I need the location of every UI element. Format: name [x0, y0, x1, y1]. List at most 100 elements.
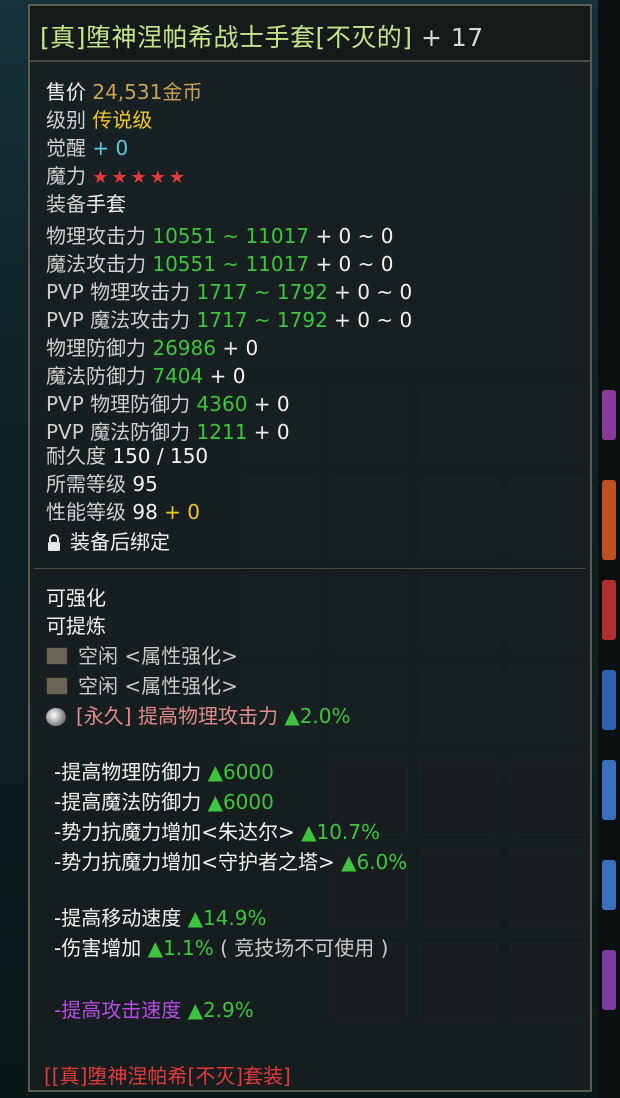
req-level-row: 所需等级 95 [46, 470, 158, 498]
stat-row: PVP 魔法攻击力 1717 ~ 1792 + 0 ~ 0 [46, 306, 412, 334]
enhance-text: 可强化 [46, 586, 106, 610]
socket-row: 空闲 <属性强化> [46, 642, 238, 670]
option-value: ▲6000 [207, 790, 274, 814]
grade-value: 传说级 [92, 108, 153, 132]
perf-level-value: 98 [132, 500, 158, 524]
bind-text: 装备后绑定 [70, 530, 170, 554]
stat-value: 7404 [152, 364, 204, 388]
magic-label: 魔力 [46, 164, 86, 188]
stat-bonus: + 0 ~ 0 [334, 308, 413, 332]
grade-label: 级别 [46, 108, 86, 132]
equip-row: 装备手套 [46, 190, 126, 218]
stat-label: 物理防御力 [46, 336, 146, 360]
socket-icon [46, 647, 68, 665]
stat-value: 1211 [196, 420, 248, 444]
socket-row: 空闲 <属性强化> [46, 672, 238, 700]
price-value: 24,531金币 [92, 80, 203, 104]
divider [34, 568, 586, 569]
stat-label: PVP 魔法防御力 [46, 420, 191, 444]
lock-icon [48, 534, 60, 551]
awaken-label: 觉醒 [46, 136, 86, 160]
stat-bonus: + 0 [253, 392, 290, 416]
gem-icon [602, 480, 616, 560]
stat-bonus: + 0 ~ 0 [334, 280, 413, 304]
enhance-row: 可强化 [46, 584, 106, 612]
perf-level-label: 性能等级 [46, 500, 126, 524]
item-name: [真]堕神涅帕希战士手套[不灭的] [40, 23, 413, 52]
option-row: -提高物理防御力 ▲6000 [54, 758, 274, 786]
star-icon: ★ [168, 167, 189, 188]
option-label: -提高物理防御力 [54, 760, 202, 784]
star-icon: ★ [149, 167, 169, 188]
stat-row: 物理攻击力 10551 ~ 11017 + 0 ~ 0 [46, 222, 393, 250]
stat-value: 1717 ~ 1792 [196, 308, 328, 332]
stat-row: 魔法防御力 7404 + 0 [46, 362, 245, 390]
socket-text: 空闲 <属性强化> [78, 674, 238, 698]
option-label: -势力抗魔力增加<朱达尔> [54, 820, 295, 844]
star-rating: ★★★★★ [92, 167, 188, 188]
permanent-label: 提高物理攻击力 [137, 704, 278, 728]
stat-value: 10551 ~ 11017 [152, 224, 310, 248]
permanent-prefix: [永久] [76, 704, 132, 728]
stat-label: PVP 魔法攻击力 [46, 308, 191, 332]
stat-label: 物理攻击力 [46, 224, 146, 248]
gem-icon [602, 860, 616, 910]
tooltip-title-bar: [真]堕神涅帕希战士手套[不灭的] + 17 [30, 6, 590, 62]
option-row: -势力抗魔力增加<朱达尔> ▲10.7% [54, 818, 380, 846]
star-icon: ★ [111, 167, 131, 188]
awaken-row: 觉醒 + 0 [46, 134, 128, 162]
gem-icon [602, 950, 616, 1010]
stat-label: PVP 物理防御力 [46, 392, 191, 416]
stat-bonus: + 0 ~ 0 [315, 252, 394, 276]
gem-icon [602, 670, 616, 730]
permanent-row: [永久] 提高物理攻击力 ▲2.0% [46, 702, 351, 730]
option-label: -伤害增加 [54, 936, 142, 960]
stat-label: 魔法防御力 [46, 364, 146, 388]
option-value: ▲1.1% [147, 936, 214, 960]
equip-label: 装备 [46, 192, 86, 216]
option-row: -势力抗魔力增加<守护者之塔> ▲6.0% [54, 848, 407, 876]
stat-bonus: + 0 [253, 420, 290, 444]
refine-row: 可提炼 [46, 612, 106, 640]
stat-label: PVP 物理攻击力 [46, 280, 191, 304]
stat-row: 物理防御力 26986 + 0 [46, 334, 258, 362]
price-label: 售价 [46, 80, 86, 104]
gem-icon [602, 760, 616, 820]
set-name-row: [[真]堕神涅帕希[不灭]套装] [44, 1062, 291, 1090]
item-title: [真]堕神涅帕希战士手套[不灭的] + 17 [40, 18, 484, 54]
permanent-value: ▲2.0% [284, 704, 351, 728]
option-label: -提高移动速度 [54, 906, 182, 930]
orb-icon [46, 708, 66, 726]
stat-value: 26986 [152, 336, 216, 360]
enhance-level: + 17 [420, 23, 484, 52]
option-value: ▲10.7% [301, 820, 381, 844]
option-row: -提高移动速度 ▲14.9% [54, 904, 267, 932]
perf-level-bonus: + 0 [164, 500, 201, 524]
side-panel-strip [598, 0, 620, 1098]
option-row: -提高魔法防御力 ▲6000 [54, 788, 274, 816]
option-value: ▲6000 [207, 760, 274, 784]
gem-icon [602, 580, 616, 640]
option-value: ▲2.9% [187, 998, 254, 1022]
stat-bonus: + 0 ~ 0 [315, 224, 394, 248]
socket-icon [46, 677, 68, 695]
stat-bonus: + 0 [222, 336, 259, 360]
star-icon: ★ [130, 167, 150, 188]
star-icon: ★ [92, 167, 112, 188]
item-tooltip: [真]堕神涅帕希战士手套[不灭的] + 17 售价 24,531金币 级别 传说… [28, 4, 592, 1092]
option-row: -伤害增加 ▲1.1% ( 竞技场不可使用 ) [54, 934, 388, 962]
option-label: -势力抗魔力增加<守护者之塔> [54, 850, 335, 874]
req-level-value: 95 [132, 472, 158, 496]
stat-row: 魔法攻击力 10551 ~ 11017 + 0 ~ 0 [46, 250, 393, 278]
stat-label: 魔法攻击力 [46, 252, 146, 276]
bind-row: 装备后绑定 [46, 528, 170, 556]
option-value: ▲14.9% [187, 906, 267, 930]
option-value: ▲6.0% [341, 850, 408, 874]
awaken-value: + 0 [92, 136, 129, 160]
magic-row: 魔力 ★★★★★ [46, 162, 188, 192]
option-label: -提高攻击速度 [54, 998, 182, 1022]
option-row: -提高攻击速度 ▲2.9% [54, 996, 254, 1024]
set-name: [[真]堕神涅帕希[不灭]套装] [44, 1064, 291, 1088]
stat-value: 1717 ~ 1792 [196, 280, 328, 304]
equip-value: 手套 [86, 192, 126, 216]
